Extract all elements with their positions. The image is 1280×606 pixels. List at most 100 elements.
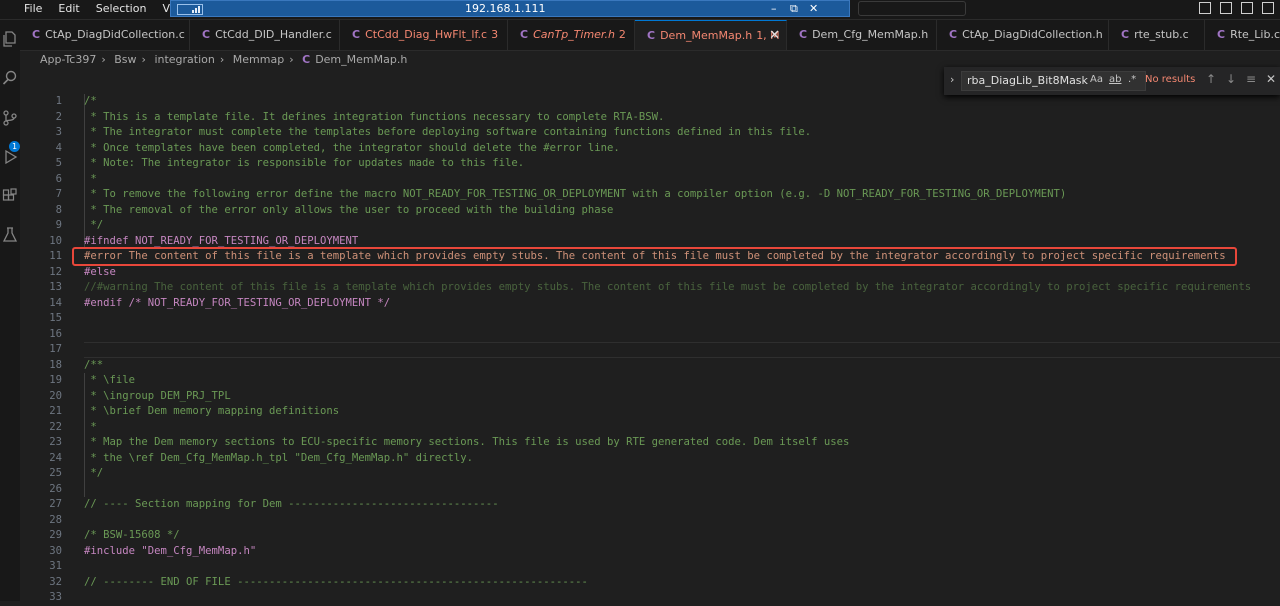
close-icon[interactable]: ✕ xyxy=(809,1,818,17)
activity-bar: 1 xyxy=(0,20,20,601)
code-editor[interactable]: 1 /* 2 * This is a template file. It defin… xyxy=(20,94,1280,603)
c-file-icon: C xyxy=(799,28,808,41)
close-find-icon[interactable]: ✕ xyxy=(1266,72,1276,86)
code-text: * xyxy=(84,420,97,433)
code-line: 16 xyxy=(20,327,1280,343)
c-file-icon: C xyxy=(647,29,656,42)
source-control-icon[interactable] xyxy=(2,110,18,126)
tab-dem-cfg-memmap-h[interactable]: C Dem_Cfg_MemMap.h xyxy=(787,20,937,50)
code-text: */ xyxy=(84,219,104,231)
code-line: 2 * This is a template file. It defines … xyxy=(20,110,1280,126)
code-line: 19 * \file xyxy=(20,373,1280,389)
c-file-icon: C xyxy=(352,28,361,41)
code-line: 18 /** xyxy=(20,358,1280,374)
code-text: //#warning The content of this file is a… xyxy=(84,281,1252,293)
toggle-secondary-sidebar-icon[interactable] xyxy=(1241,2,1253,14)
line-number: 5 xyxy=(55,157,62,169)
line-number: 29 xyxy=(49,529,62,541)
code-text: * Map the Dem memory sections to ECU-spe… xyxy=(84,436,850,448)
breadcrumb-item[interactable]: Memmap xyxy=(233,53,284,66)
tab-ctap-diagdidcollection-c[interactable]: C CtAp_DiagDidCollection.c xyxy=(20,20,190,50)
remote-connection-bar[interactable]: 192.168.1.111 – ⧉ ✕ xyxy=(170,0,850,17)
find-widget: › rba_DiagLib_Bit8Mask Aa ab .* No resul… xyxy=(944,67,1280,95)
menu-edit[interactable]: Edit xyxy=(50,0,87,19)
code-text: #else xyxy=(84,265,116,278)
line-number: 18 xyxy=(49,358,62,371)
error-line-annotation xyxy=(72,247,1237,266)
code-line: 31 xyxy=(20,559,1280,575)
c-file-icon: C xyxy=(32,28,41,41)
toggle-sidebar-icon[interactable] xyxy=(1199,2,1211,14)
toggle-replace-icon[interactable]: › xyxy=(950,73,954,86)
tab-ctap-diagdidcollection-h[interactable]: C CtAp_DiagDidCollection.h xyxy=(937,20,1109,50)
code-line: 22 * xyxy=(20,420,1280,436)
testing-icon[interactable] xyxy=(2,227,18,243)
tab-rte-lib-c[interactable]: C Rte_Lib.c xyxy=(1205,20,1280,50)
tab-ctcdd-did-handler-c[interactable]: C CtCdd_DID_Handler.c xyxy=(190,20,340,50)
menu-selection[interactable]: Selection xyxy=(88,0,155,19)
explorer-icon[interactable] xyxy=(2,31,18,47)
code-line: 24 * the \ref Dem_Cfg_MemMap.h_tpl "Dem_… xyxy=(20,451,1280,467)
code-line: 4 * Once templates have been completed, … xyxy=(20,141,1280,157)
line-number: 6 xyxy=(55,172,62,185)
breadcrumb-item[interactable]: Bsw xyxy=(114,53,136,66)
line-number: 26 xyxy=(49,482,62,495)
code-line: 1 /* xyxy=(20,94,1280,110)
layout-controls xyxy=(1199,2,1274,14)
code-text: * \ingroup DEM_PRJ_TPL xyxy=(84,389,231,402)
c-file-icon: C xyxy=(1217,28,1226,41)
toggle-panel-icon[interactable] xyxy=(1220,2,1232,14)
menu-file[interactable]: File xyxy=(16,0,50,19)
tab-rte-stub-c[interactable]: Crte_stub.c xyxy=(1109,20,1205,50)
breadcrumb-item[interactable]: integration xyxy=(154,53,214,66)
line-number: 17 xyxy=(49,343,62,355)
line-number: 25 xyxy=(49,467,62,479)
code-line: 13 //#warning The content of this file is… xyxy=(20,280,1280,296)
breadcrumb-item[interactable]: Dem_MemMap.h xyxy=(315,53,407,66)
code-line: 7 * To remove the following error define… xyxy=(20,187,1280,203)
code-line: 6 * xyxy=(20,172,1280,188)
code-text: /** xyxy=(84,358,104,371)
code-text: // ---- Section mapping for Dem --------… xyxy=(84,498,499,510)
tab-dem-memmap-h[interactable]: C Dem_MemMap.h 1, M ✕ xyxy=(635,20,787,50)
command-center[interactable] xyxy=(858,1,966,16)
chevron-right-icon: › xyxy=(141,53,146,66)
line-number: 4 xyxy=(55,141,62,154)
line-number: 15 xyxy=(49,312,62,324)
c-file-icon: C xyxy=(949,28,958,41)
minimize-icon[interactable]: – xyxy=(771,1,777,17)
find-status: No results xyxy=(1145,74,1196,85)
line-number: 28 xyxy=(49,513,62,526)
match-whole-word-icon[interactable]: ab xyxy=(1109,74,1121,85)
c-file-icon: C xyxy=(1121,28,1130,41)
run-debug-icon[interactable] xyxy=(2,149,18,165)
c-file-icon: C xyxy=(520,28,529,41)
next-match-icon[interactable]: ↓ xyxy=(1226,72,1236,86)
tab-cantp-timer-h[interactable]: C CanTp_Timer.h 2 xyxy=(508,20,635,50)
code-line: 28 xyxy=(20,513,1280,529)
c-file-icon: C xyxy=(202,28,211,41)
editor-tabs: C CtAp_DiagDidCollection.c C CtCdd_DID_Han… xyxy=(20,20,1280,51)
search-icon[interactable] xyxy=(2,70,18,86)
tab-close-icon[interactable]: ✕ xyxy=(769,21,780,50)
find-in-selection-icon[interactable]: ≡ xyxy=(1246,72,1256,86)
signal-icon xyxy=(177,4,203,15)
line-number: 12 xyxy=(49,265,62,278)
code-line: 25 */ xyxy=(20,466,1280,482)
customize-layout-icon[interactable] xyxy=(1262,2,1274,14)
code-text: * The removal of the error only allows t… xyxy=(84,203,614,216)
code-line: 9 */ xyxy=(20,218,1280,234)
regex-icon[interactable]: .* xyxy=(1128,74,1136,85)
line-number: 31 xyxy=(49,560,62,572)
code-line: 23 * Map the Dem memory sections to ECU-… xyxy=(20,435,1280,451)
extensions-icon[interactable] xyxy=(2,188,18,204)
line-number: 1 xyxy=(55,95,62,107)
breadcrumb-item[interactable]: App-Tc397 xyxy=(40,53,96,66)
previous-match-icon[interactable]: ↑ xyxy=(1206,72,1216,86)
tab-ctcdd-diag-hwflt-lf-c[interactable]: C CtCdd_Diag_HwFlt_lf.c 3 xyxy=(340,20,508,50)
code-text: * To remove the following error define t… xyxy=(84,188,1067,200)
restore-icon[interactable]: ⧉ xyxy=(790,1,798,17)
line-number: 8 xyxy=(55,203,62,216)
line-number: 16 xyxy=(49,327,62,340)
match-case-icon[interactable]: Aa xyxy=(1090,74,1103,85)
